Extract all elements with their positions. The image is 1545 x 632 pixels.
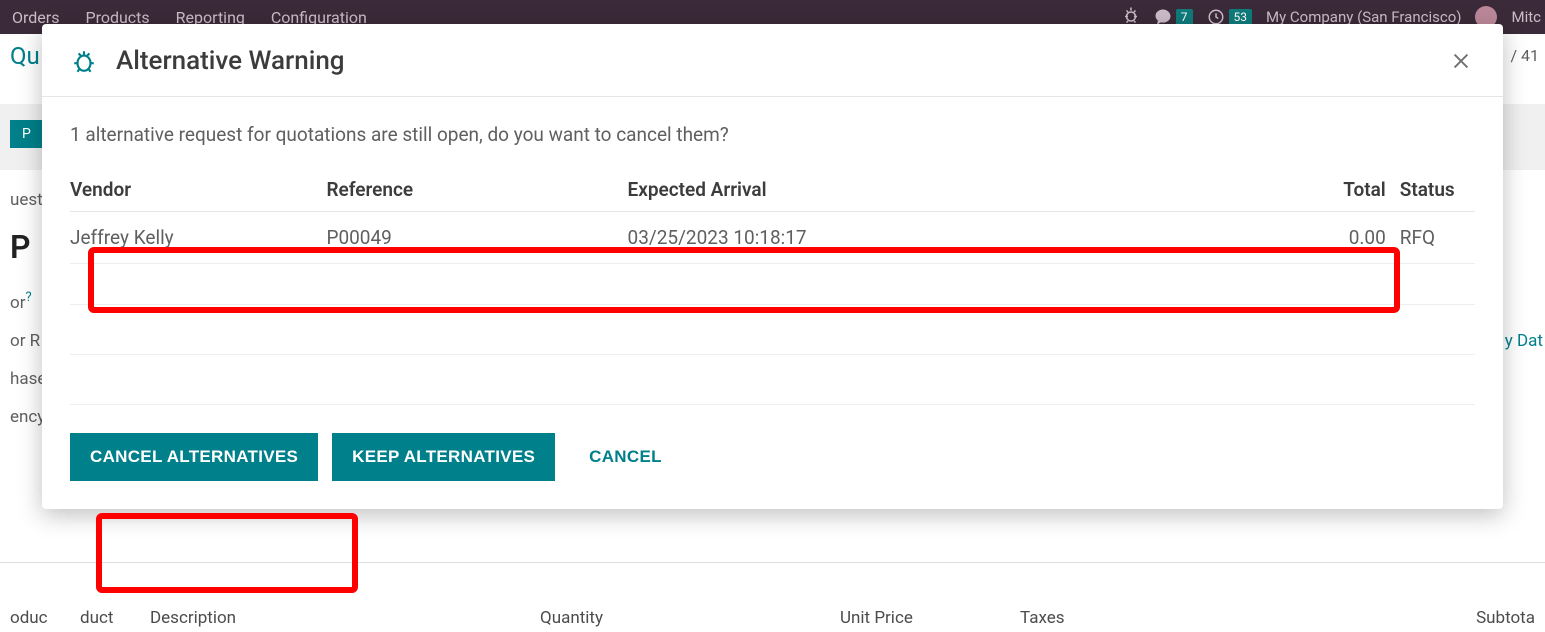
cell-expected-arrival: 03/25/2023 10:18:17 [628, 212, 1186, 264]
modal-message: 1 alternative request for quotations are… [70, 123, 1475, 146]
col-expected-arrival: Expected Arrival [628, 170, 1186, 212]
col-vendor: Vendor [70, 170, 326, 212]
cell-total: 0.00 [1185, 212, 1386, 264]
cancel-alternatives-button[interactable]: CANCEL ALTERNATIVES [70, 433, 318, 481]
cancel-button[interactable]: CANCEL [569, 433, 682, 481]
close-icon[interactable] [1447, 47, 1475, 75]
cell-reference: P00049 [326, 212, 627, 264]
alternative-warning-modal: Alternative Warning 1 alternative reques… [42, 24, 1503, 509]
bug-icon[interactable] [70, 47, 98, 75]
keep-alternatives-button[interactable]: KEEP ALTERNATIVES [332, 433, 555, 481]
modal-title: Alternative Warning [116, 46, 345, 76]
empty-rows [70, 304, 1475, 405]
alternatives-table: Vendor Reference Expected Arrival Total … [70, 170, 1475, 264]
table-row[interactable]: Jeffrey Kelly P00049 03/25/2023 10:18:17… [70, 212, 1475, 264]
col-status: Status [1386, 170, 1475, 212]
table-header-row: Vendor Reference Expected Arrival Total … [70, 170, 1475, 212]
col-total: Total [1185, 170, 1386, 212]
cell-status: RFQ [1386, 212, 1475, 264]
col-reference: Reference [326, 170, 627, 212]
cell-vendor: Jeffrey Kelly [70, 212, 326, 264]
